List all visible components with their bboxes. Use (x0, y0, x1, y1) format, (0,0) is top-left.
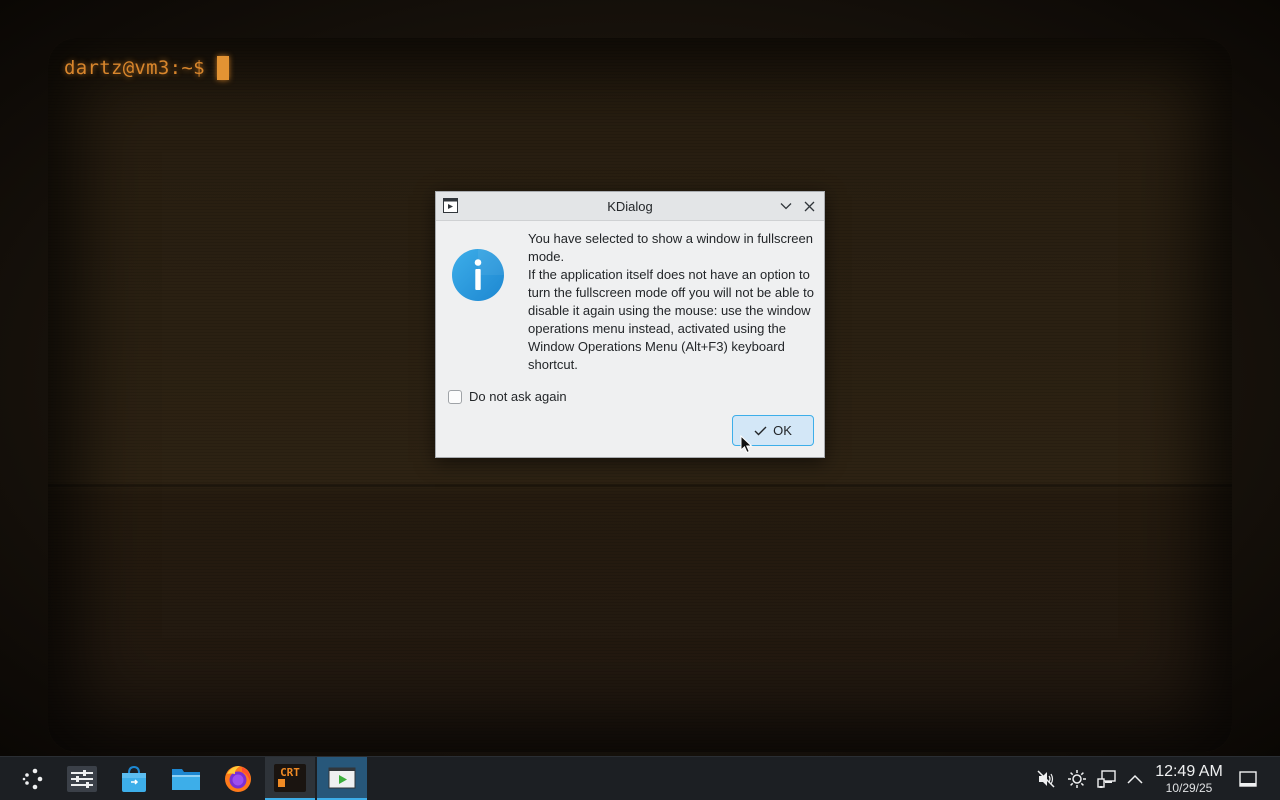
mouse-pointer-icon (740, 434, 753, 454)
window-menu-icon[interactable] (443, 198, 458, 213)
folder-icon[interactable] (161, 757, 211, 800)
brightness-icon[interactable] (1067, 769, 1087, 789)
message-line-2: If the application itself does not have … (528, 267, 814, 372)
dialog-message: You have selected to show a window in fu… (528, 230, 820, 374)
show-desktop-icon[interactable] (1238, 769, 1258, 789)
taskbar-panel: CRT 12:49 AM 10/29/25 (0, 756, 1280, 800)
checkbox-box[interactable] (448, 389, 462, 404)
checkbox-label[interactable]: Do not ask again (469, 389, 567, 404)
crt-icon[interactable]: CRT (265, 757, 315, 800)
firefox-icon[interactable] (213, 757, 263, 800)
scanline-band (48, 484, 1232, 487)
chevron-up-icon[interactable] (1125, 769, 1145, 789)
message-line-1: You have selected to show a window in fu… (528, 231, 813, 264)
clock-date: 10/29/25 (1165, 781, 1213, 795)
dialog-body: You have selected to show a window in fu… (436, 221, 824, 459)
checkmark-icon (754, 426, 767, 436)
kdialog-window: KDialog You have selected to show a wind… (435, 191, 825, 458)
store-bag-icon[interactable] (109, 757, 159, 800)
information-icon (452, 249, 504, 301)
volume-muted-icon[interactable] (1036, 769, 1056, 789)
dialog-title: KDialog (607, 198, 653, 214)
close-icon[interactable] (800, 197, 818, 215)
play-window-icon[interactable] (317, 757, 367, 800)
network-wired-icon[interactable] (1097, 769, 1117, 789)
svg-text:CRT: CRT (280, 766, 300, 779)
do-not-ask-again-checkbox[interactable]: Do not ask again (448, 389, 567, 404)
terminal-prompt-line: dartz@vm3:~$ (64, 56, 229, 80)
kde-launcher-icon[interactable] (8, 757, 58, 800)
minimize-chevron-icon[interactable] (777, 197, 795, 215)
clock-time: 12:49 AM (1155, 763, 1223, 780)
terminal-cursor (216, 56, 229, 80)
digital-clock[interactable]: 12:49 AM 10/29/25 (1148, 763, 1230, 795)
ok-label: OK (773, 423, 792, 438)
terminal-prompt: dartz@vm3:~$ (64, 57, 205, 79)
dialog-titlebar[interactable]: KDialog (436, 192, 824, 221)
settings-sliders-icon[interactable] (57, 757, 107, 800)
